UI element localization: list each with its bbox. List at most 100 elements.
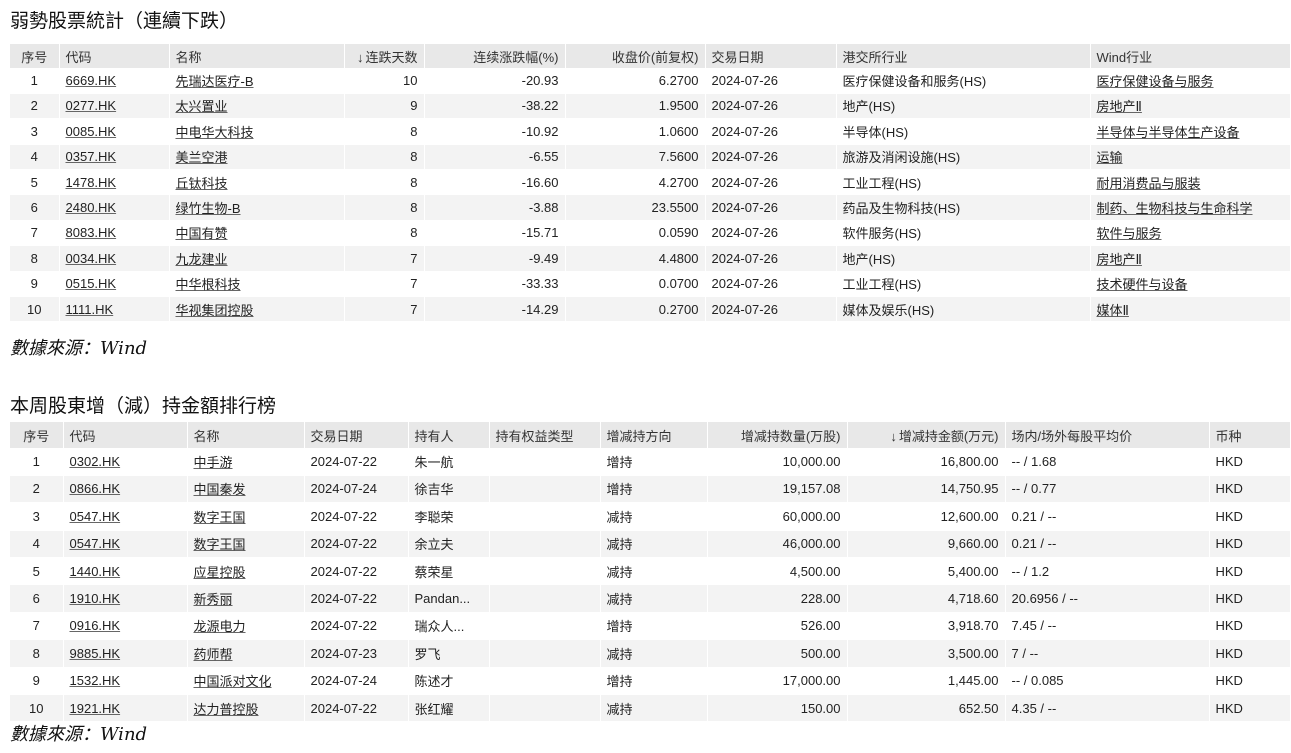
stock-code-link[interactable]: 0916.HK [70,618,121,633]
stock-name-link[interactable]: 达力普控股 [194,702,259,717]
stock-name-link[interactable]: 应星控股 [194,565,246,580]
stock-name-link[interactable]: 华视集团控股 [176,303,254,318]
stock-name-link[interactable]: 中国秦发 [194,482,246,497]
header-name[interactable]: 名称 [169,44,345,69]
stock-code-link[interactable]: 0277.HK [66,98,117,113]
header-change-pct[interactable]: 连续涨跌幅(%) [424,44,566,69]
avg-price-cell: 7.45 / -- [1005,612,1210,641]
stock-name-link[interactable]: 九龙建业 [176,252,228,267]
stock-code-link[interactable]: 1478.HK [66,175,117,190]
row-index-cell: 1 [10,448,64,476]
amount: 12,600.00 [940,508,999,524]
stock-name-link[interactable]: 绿竹生物-B [176,201,241,216]
header-amount[interactable]: ↓ 增减持金额(万元) [847,422,1006,449]
amount: 9,660.00 [947,536,999,552]
header-trade-date[interactable]: 交易日期 [705,44,837,69]
row-index-cell: 3 [10,502,64,531]
stock-code-link[interactable]: 1111.HK [66,302,114,317]
stock-name-link[interactable]: 中华根科技 [176,277,241,292]
stock-code-link[interactable]: 0302.HK [70,454,121,469]
stock-name-link-cell: 中国有赞 [169,220,345,247]
row-index: 3 [30,123,38,139]
stock-code-link[interactable]: 0515.HK [66,276,117,291]
stock-code-link[interactable]: 1440.HK [70,564,121,579]
header-quantity[interactable]: 增减持数量(万股) [707,422,848,449]
table-row: 5 1478.HK 丘钛科技 8 -16.60 4.2700 2024-07-26 工业工程(… [10,169,1291,196]
currency: HKD [1215,481,1243,497]
header-hkex-industry[interactable]: 港交所行业 [836,44,1091,69]
header-code[interactable]: 代码 [63,422,188,449]
trade-date: 2024-07-26 [711,200,779,216]
table-row: 4 0547.HK 数字王国 2024-07-22 余立夫 减持 46,000.00 9,66… [10,530,1291,558]
currency: HKD [1215,673,1243,689]
amount: 652.50 [958,700,999,716]
header-direction[interactable]: 增减持方向 [600,422,708,449]
stock-code-link[interactable]: 1910.HK [70,591,121,606]
stock-code-link[interactable]: 0547.HK [70,509,121,524]
equity-type-cell [489,694,601,723]
stock-code-link[interactable]: 1532.HK [70,673,121,688]
quantity: 10,000.00 [782,454,841,470]
change-pct: -20.93 [521,73,559,89]
stock-code-link[interactable]: 0547.HK [70,536,121,551]
hkex-industry-cell: 旅游及消闲设施(HS) [836,144,1091,170]
trade-date-cell: 2024-07-22 [304,448,409,476]
header-close-price[interactable]: 收盘价(前复权) [565,44,706,69]
stock-code-link[interactable]: 0357.HK [66,149,117,164]
trade-date: 2024-07-26 [711,123,779,139]
stock-code-link[interactable]: 1921.HK [70,701,121,716]
stock-name-link[interactable]: 美兰空港 [176,150,228,165]
quantity-cell: 46,000.00 [707,530,848,558]
header-avg-price[interactable]: 场内/场外每股平均价 [1005,422,1210,449]
wind-industry: 房地产Ⅱ [1096,251,1142,267]
stock-code-link[interactable]: 9885.HK [70,646,121,661]
header-consecutive-days[interactable]: ↓ 连跌天数 [344,44,425,69]
stock-name-link[interactable]: 中电华大科技 [176,125,254,140]
stock-name-link[interactable]: 数字王国 [194,537,246,552]
avg-price: 7 / -- [1011,645,1039,661]
stock-code-link[interactable]: 6669.HK [66,73,117,88]
avg-price-cell: 7 / -- [1005,639,1210,668]
stock-name-link[interactable]: 丘钛科技 [176,176,228,191]
table-row: 9 0515.HK 中华根科技 7 -33.33 0.0700 2024-07-26 工业工程… [10,271,1291,297]
change-pct: -33.33 [521,276,559,292]
currency-cell: HKD [1209,694,1291,723]
amount: 4,718.60 [947,591,999,607]
shareholder-ranking-table: 序号 代码 名称 交易日期 持有人 持有权益类型 增减持方向 增减持数量(万股)… [10,422,1291,723]
stock-code-link[interactable]: 0034.HK [66,251,117,266]
header-code[interactable]: 代码 [59,44,170,69]
weak-stocks-table: 序号 代码 名称 ↓ 连跌天数 连续涨跌幅(%) 收盘价(前复权) 交易日期 港交… [10,44,1291,323]
quantity: 19,157.08 [782,481,841,497]
header-trade-date[interactable]: 交易日期 [304,422,409,449]
stock-name-link[interactable]: 先瑞达医疗-B [176,74,254,89]
stock-code-link-cell: 1921.HK [63,694,188,723]
header-name[interactable]: 名称 [187,422,305,449]
header-currency[interactable]: 币种 [1209,422,1291,449]
stock-name-link[interactable]: 太兴置业 [176,99,228,114]
stock-code-link[interactable]: 0085.HK [66,124,117,139]
stock-name-link[interactable]: 药师帮 [194,647,233,662]
stock-name-link[interactable]: 中手游 [194,455,233,470]
stock-code-link[interactable]: 0866.HK [70,481,121,496]
header-wind-industry[interactable]: Wind行业 [1090,44,1291,69]
stock-name-link[interactable]: 新秀丽 [194,592,233,607]
equity-type-cell [489,502,601,531]
trade-date-cell: 2024-07-26 [705,271,837,297]
header-index[interactable]: 序号 [10,422,64,449]
header-index[interactable]: 序号 [10,44,60,69]
stock-name-link[interactable]: 中国派对文化 [194,674,272,689]
stock-name-link[interactable]: 龙源电力 [194,619,246,634]
stock-code-link[interactable]: 2480.HK [66,200,117,215]
header-equity-type[interactable]: 持有权益类型 [489,422,601,449]
header-holder[interactable]: 持有人 [408,422,490,449]
amount-cell: 12,600.00 [847,502,1006,531]
quantity: 4,500.00 [789,563,841,579]
change-pct-cell: -15.71 [424,220,566,247]
hkex-industry: 软件服务(HS) [842,226,922,242]
stock-name-link[interactable]: 数字王国 [194,510,246,525]
stock-code-link[interactable]: 8083.HK [66,225,117,240]
stock-name-link[interactable]: 中国有赞 [176,226,228,241]
quantity-cell: 19,157.08 [707,475,848,504]
close-price-cell: 1.0600 [565,118,706,145]
data-source-note-2: 數據來源：Wind [10,724,148,745]
